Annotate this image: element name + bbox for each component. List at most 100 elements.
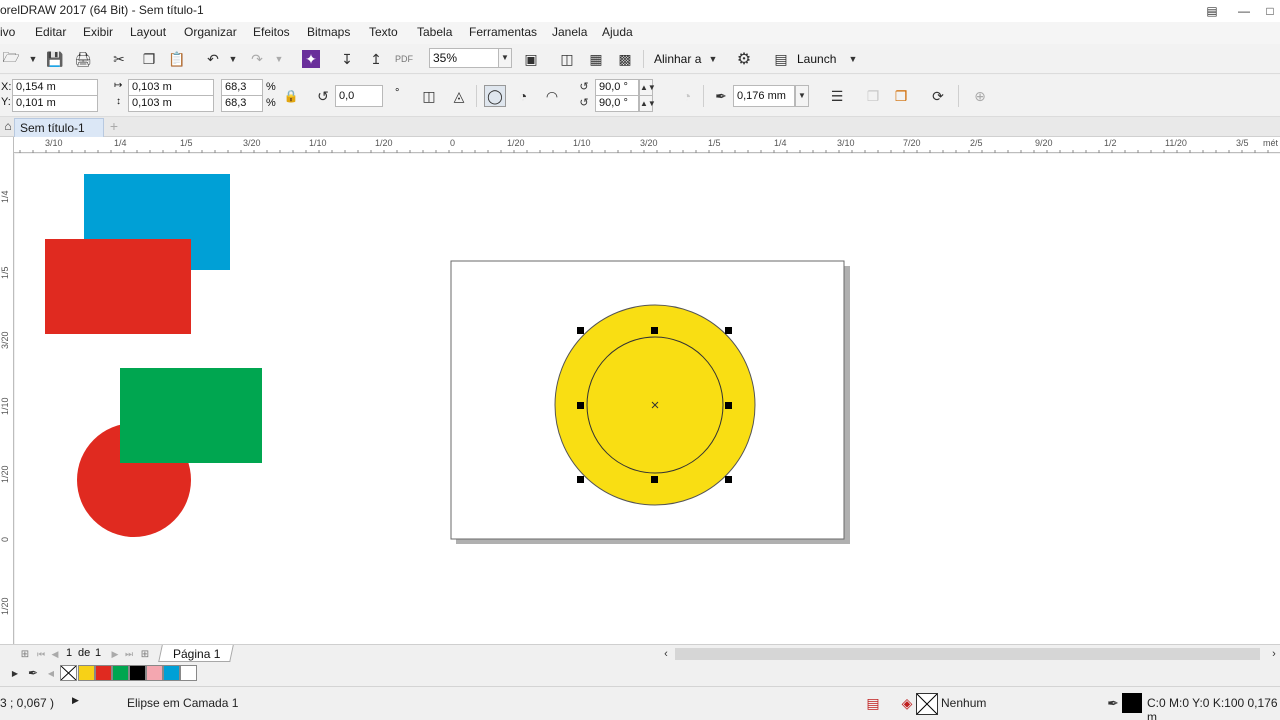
menu-edit[interactable]: Editar: [35, 25, 66, 39]
open-icon[interactable]: 🗁: [0, 48, 22, 70]
menu-layout[interactable]: Layout: [130, 25, 166, 39]
convert-to-curves-icon[interactable]: ⟳: [927, 85, 949, 107]
copy-icon[interactable]: ❐: [138, 48, 160, 70]
height-field[interactable]: 0,103 m: [128, 95, 214, 112]
color-swatch[interactable]: [95, 665, 112, 681]
fill-none-swatch[interactable]: [916, 693, 938, 715]
to-back-icon[interactable]: ❐: [890, 85, 912, 107]
green-rectangle[interactable]: [120, 368, 262, 463]
mirror-vertical-icon[interactable]: ◬: [448, 85, 470, 107]
outline-pen-icon[interactable]: ✒: [1102, 692, 1124, 714]
color-swatch[interactable]: [129, 665, 146, 681]
handle-top[interactable]: [651, 327, 658, 334]
menu-bitmaps[interactable]: Bitmaps: [307, 25, 350, 39]
import-icon[interactable]: ↧: [336, 48, 358, 70]
y-position-field[interactable]: 0,101 m: [12, 95, 98, 112]
handle-left[interactable]: [577, 402, 584, 409]
menu-arrange[interactable]: Organizar: [184, 25, 237, 39]
canvas-drawing[interactable]: [15, 154, 1280, 644]
chevron-down-icon[interactable]: ▼: [22, 48, 44, 70]
color-swatch[interactable]: [180, 665, 197, 681]
outline-width-field[interactable]: 0,176 mm: [733, 85, 795, 107]
print-icon[interactable]: 🖨: [72, 48, 94, 70]
vertical-ruler[interactable]: 1/4 1/5 3/20 1/10 1/20 0 1/20: [0, 137, 14, 644]
page-tab-label[interactable]: Página 1: [173, 647, 220, 661]
arc-icon[interactable]: ◠: [541, 85, 563, 107]
color-swatch[interactable]: [163, 665, 180, 681]
menu-window[interactable]: Janela: [552, 25, 587, 39]
minimize-button[interactable]: —: [1232, 2, 1256, 20]
handle-top-left[interactable]: [577, 327, 584, 334]
horizontal-scrollbar-thumb[interactable]: [675, 648, 1260, 660]
mirror-horizontal-icon[interactable]: ◫: [418, 85, 440, 107]
rotate-icon[interactable]: ↺: [312, 85, 334, 107]
drawing-canvas[interactable]: [15, 154, 1280, 644]
palette-scroll-left-icon[interactable]: ◀: [40, 662, 62, 684]
width-field[interactable]: 0,103 m: [128, 79, 214, 96]
align-dropdown-icon[interactable]: ▼: [702, 48, 724, 70]
menu-tools[interactable]: Ferramentas: [469, 25, 537, 39]
no-color-swatch[interactable]: [60, 665, 77, 681]
scale-height-field[interactable]: 68,3: [221, 95, 263, 112]
document-tab[interactable]: Sem título-1: [14, 118, 104, 137]
direction-icon[interactable]: ◔: [676, 85, 698, 107]
grid-icon[interactable]: ▦: [585, 48, 607, 70]
handle-top-right[interactable]: [725, 327, 732, 334]
rotation-field[interactable]: 0,0: [335, 85, 383, 107]
start-angle-spinner[interactable]: ▲▼: [639, 79, 656, 96]
undo-dropdown-icon[interactable]: ▼: [222, 48, 244, 70]
export-icon[interactable]: ↥: [365, 48, 387, 70]
menu-table[interactable]: Tabela: [417, 25, 452, 39]
outline-width-dropdown[interactable]: ▼: [795, 85, 809, 107]
maximize-button[interactable]: □: [1258, 2, 1280, 20]
redo-dropdown-icon[interactable]: ▼: [268, 48, 290, 70]
menu-help[interactable]: Ajuda: [602, 25, 633, 39]
document-color-icon[interactable]: ▤: [862, 692, 884, 714]
handle-bottom-right[interactable]: [725, 476, 732, 483]
redo-icon[interactable]: ↷: [246, 48, 268, 70]
add-icon[interactable]: ⊕: [969, 85, 991, 107]
menu-effects[interactable]: Efeitos: [253, 25, 290, 39]
scale-width-field[interactable]: 68,3: [221, 79, 263, 96]
ellipse-icon[interactable]: ◯: [484, 85, 506, 107]
launch-icon[interactable]: ▤: [770, 48, 792, 70]
menu-view[interactable]: Exibir: [83, 25, 113, 39]
guidelines-icon[interactable]: ▩: [614, 48, 636, 70]
cut-icon[interactable]: ✂: [108, 48, 130, 70]
user-icon[interactable]: ▤: [1200, 2, 1224, 20]
gear-icon[interactable]: ⚙: [733, 48, 755, 70]
save-icon[interactable]: 💾: [44, 48, 66, 70]
color-swatch[interactable]: [78, 665, 95, 681]
menu-file[interactable]: ivo: [0, 25, 15, 39]
pen-icon[interactable]: ✒: [710, 85, 732, 107]
horizontal-ruler[interactable]: 3/10 1/4 1/5 3/20 1/10 1/20 0 1/20 1/10 …: [14, 137, 1280, 153]
end-angle-spinner[interactable]: ▲▼: [639, 95, 656, 112]
text-wrap-icon[interactable]: ☰: [826, 85, 848, 107]
to-front-icon[interactable]: ❐: [862, 85, 884, 107]
color-swatch[interactable]: [146, 665, 163, 681]
status-expand-icon[interactable]: ▶: [72, 695, 79, 706]
launch-label[interactable]: Launch: [797, 52, 836, 66]
handle-right[interactable]: [725, 402, 732, 409]
handle-bottom[interactable]: [651, 476, 658, 483]
align-to-label[interactable]: Alinhar a: [654, 52, 701, 66]
zoom-field[interactable]: 35%: [429, 48, 499, 68]
new-tab-icon[interactable]: +: [106, 117, 122, 135]
search-content-icon[interactable]: ✦: [302, 50, 320, 68]
lock-icon[interactable]: 🔒: [280, 85, 302, 107]
pdf-icon[interactable]: PDF: [393, 48, 415, 70]
start-angle-field[interactable]: 90,0 °: [595, 79, 639, 96]
x-position-field[interactable]: 0,154 m: [12, 79, 98, 96]
menu-text[interactable]: Texto: [369, 25, 398, 39]
full-screen-icon[interactable]: ▣: [520, 48, 542, 70]
launch-dropdown-icon[interactable]: ▼: [842, 48, 864, 70]
undo-icon[interactable]: ↶: [202, 48, 224, 70]
fill-bucket-icon[interactable]: ◈: [896, 692, 918, 714]
rulers-icon[interactable]: ◫: [556, 48, 578, 70]
color-swatch[interactable]: [112, 665, 129, 681]
zoom-dropdown-icon[interactable]: ▼: [498, 48, 512, 68]
end-angle-field[interactable]: 90,0 °: [595, 95, 639, 112]
outline-color-swatch[interactable]: [1122, 693, 1142, 713]
pie-icon[interactable]: ◔: [512, 85, 534, 107]
handle-bottom-left[interactable]: [577, 476, 584, 483]
